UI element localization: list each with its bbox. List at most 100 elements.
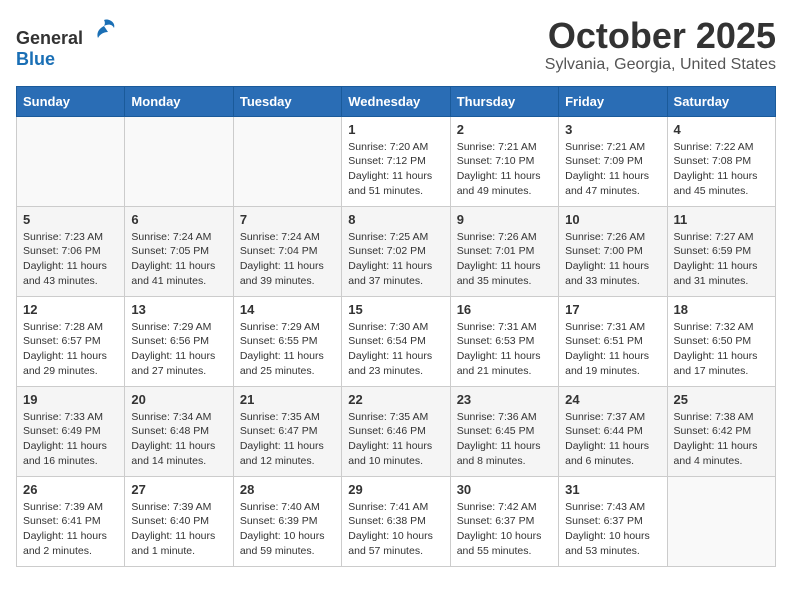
logo-text: General Blue (16, 16, 118, 70)
calendar-cell: 21 Sunrise: 7:35 AMSunset: 6:47 PMDayligh… (233, 386, 341, 476)
day-number: 8 (348, 212, 443, 227)
cell-info: Sunrise: 7:20 AMSunset: 7:12 PMDaylight:… (348, 140, 443, 199)
calendar-cell: 7Sunrise: 7:24 AMSunset: 7:04 PMDaylight… (233, 206, 341, 296)
calendar-cell: 3 Sunrise: 7:21 AMSunset: 7:09 PMDaylight… (559, 116, 667, 206)
calendar-cell: 8 Sunrise: 7:25 AMSunset: 7:02 PMDaylight… (342, 206, 450, 296)
day-number: 31 (565, 482, 660, 497)
calendar-cell: 6 Sunrise: 7:24 AMSunset: 7:05 PMDaylight… (125, 206, 233, 296)
cell-info: Sunrise: 7:34 AMSunset: 6:48 PMDaylight:… (131, 410, 226, 469)
cell-info: Sunrise: 7:21 AMSunset: 7:10 PMDaylight:… (457, 140, 552, 199)
cell-info: Sunrise: 7:39 AMSunset: 6:40 PMDaylight:… (131, 500, 226, 559)
calendar-cell: 11 Sunrise: 7:27 AMSunset: 6:59 PMDayligh… (667, 206, 775, 296)
page-header: General Blue October 2025 Sylvania, Geor… (16, 16, 776, 74)
week-row-1: 1 Sunrise: 7:20 AMSunset: 7:12 PMDaylight… (17, 116, 776, 206)
cell-info: Sunrise: 7:38 AMSunset: 6:42 PMDaylight:… (674, 410, 769, 469)
day-number: 9 (457, 212, 552, 227)
cell-info: Sunrise: 7:33 AMSunset: 6:49 PMDaylight:… (23, 410, 118, 469)
calendar-cell: 10 Sunrise: 7:26 AMSunset: 7:00 PMDayligh… (559, 206, 667, 296)
calendar-cell: 28 Sunrise: 7:40 AMSunset: 6:39 PMDayligh… (233, 476, 341, 566)
day-number: 6 (131, 212, 226, 227)
logo-general: General (16, 28, 83, 48)
month-title: October 2025 (545, 16, 776, 56)
header-friday: Friday (559, 86, 667, 116)
cell-info: Sunrise: 7:28 AMSunset: 6:57 PMDaylight:… (23, 320, 118, 379)
header-monday: Monday (125, 86, 233, 116)
day-number: 16 (457, 302, 552, 317)
day-number: 23 (457, 392, 552, 407)
cell-info: Sunrise: 7:26 AMSunset: 7:00 PMDaylight:… (565, 230, 660, 289)
calendar-cell: 19Sunrise: 7:33 AMSunset: 6:49 PMDayligh… (17, 386, 125, 476)
calendar-cell (233, 116, 341, 206)
day-number: 20 (131, 392, 226, 407)
calendar-cell (17, 116, 125, 206)
day-number: 27 (131, 482, 226, 497)
calendar-cell: 1 Sunrise: 7:20 AMSunset: 7:12 PMDaylight… (342, 116, 450, 206)
cell-info: Sunrise: 7:40 AMSunset: 6:39 PMDaylight:… (240, 500, 335, 559)
cell-info: Sunrise: 7:30 AMSunset: 6:54 PMDaylight:… (348, 320, 443, 379)
cell-info: Sunrise: 7:24 AMSunset: 7:05 PMDaylight:… (131, 230, 226, 289)
calendar-cell: 2 Sunrise: 7:21 AMSunset: 7:10 PMDaylight… (450, 116, 558, 206)
cell-info: Sunrise: 7:36 AMSunset: 6:45 PMDaylight:… (457, 410, 552, 469)
calendar-cell: 4 Sunrise: 7:22 AMSunset: 7:08 PMDaylight… (667, 116, 775, 206)
week-row-4: 19Sunrise: 7:33 AMSunset: 6:49 PMDayligh… (17, 386, 776, 476)
logo-bird-icon (90, 16, 118, 44)
calendar-cell: 26Sunrise: 7:39 AMSunset: 6:41 PMDayligh… (17, 476, 125, 566)
cell-info: Sunrise: 7:35 AMSunset: 6:46 PMDaylight:… (348, 410, 443, 469)
day-number: 11 (674, 212, 769, 227)
day-number: 2 (457, 122, 552, 137)
calendar-cell: 20 Sunrise: 7:34 AMSunset: 6:48 PMDayligh… (125, 386, 233, 476)
calendar-cell: 12 Sunrise: 7:28 AMSunset: 6:57 PMDayligh… (17, 296, 125, 386)
cell-info: Sunrise: 7:31 AMSunset: 6:53 PMDaylight:… (457, 320, 552, 379)
day-number: 5 (23, 212, 118, 227)
logo-blue: Blue (16, 49, 55, 69)
header-row: SundayMondayTuesdayWednesdayThursdayFrid… (17, 86, 776, 116)
day-number: 21 (240, 392, 335, 407)
day-number: 10 (565, 212, 660, 227)
cell-info: Sunrise: 7:24 AMSunset: 7:04 PMDaylight:… (240, 230, 335, 289)
day-number: 22 (348, 392, 443, 407)
calendar-cell: 24Sunrise: 7:37 AMSunset: 6:44 PMDayligh… (559, 386, 667, 476)
header-tuesday: Tuesday (233, 86, 341, 116)
cell-info: Sunrise: 7:27 AMSunset: 6:59 PMDaylight:… (674, 230, 769, 289)
day-number: 13 (131, 302, 226, 317)
calendar-cell (125, 116, 233, 206)
calendar-cell: 16 Sunrise: 7:31 AMSunset: 6:53 PMDayligh… (450, 296, 558, 386)
cell-info: Sunrise: 7:29 AMSunset: 6:56 PMDaylight:… (131, 320, 226, 379)
cell-info: Sunrise: 7:43 AMSunset: 6:37 PMDaylight:… (565, 500, 660, 559)
calendar-cell: 23 Sunrise: 7:36 AMSunset: 6:45 PMDayligh… (450, 386, 558, 476)
day-number: 4 (674, 122, 769, 137)
calendar-cell: 30Sunrise: 7:42 AMSunset: 6:37 PMDayligh… (450, 476, 558, 566)
calendar-cell: 15Sunrise: 7:30 AMSunset: 6:54 PMDayligh… (342, 296, 450, 386)
week-row-5: 26Sunrise: 7:39 AMSunset: 6:41 PMDayligh… (17, 476, 776, 566)
week-row-2: 5Sunrise: 7:23 AMSunset: 7:06 PMDaylight… (17, 206, 776, 296)
header-wednesday: Wednesday (342, 86, 450, 116)
calendar-table: SundayMondayTuesdayWednesdayThursdayFrid… (16, 86, 776, 567)
calendar-cell: 17Sunrise: 7:31 AMSunset: 6:51 PMDayligh… (559, 296, 667, 386)
calendar-cell: 31 Sunrise: 7:43 AMSunset: 6:37 PMDayligh… (559, 476, 667, 566)
day-number: 25 (674, 392, 769, 407)
cell-info: Sunrise: 7:25 AMSunset: 7:02 PMDaylight:… (348, 230, 443, 289)
day-number: 17 (565, 302, 660, 317)
calendar-cell: 5Sunrise: 7:23 AMSunset: 7:06 PMDaylight… (17, 206, 125, 296)
day-number: 3 (565, 122, 660, 137)
cell-info: Sunrise: 7:32 AMSunset: 6:50 PMDaylight:… (674, 320, 769, 379)
day-number: 12 (23, 302, 118, 317)
calendar-cell (667, 476, 775, 566)
day-number: 26 (23, 482, 118, 497)
day-number: 18 (674, 302, 769, 317)
day-number: 1 (348, 122, 443, 137)
cell-info: Sunrise: 7:21 AMSunset: 7:09 PMDaylight:… (565, 140, 660, 199)
calendar-cell: 25 Sunrise: 7:38 AMSunset: 6:42 PMDayligh… (667, 386, 775, 476)
calendar-cell: 13 Sunrise: 7:29 AMSunset: 6:56 PMDayligh… (125, 296, 233, 386)
header-saturday: Saturday (667, 86, 775, 116)
cell-info: Sunrise: 7:29 AMSunset: 6:55 PMDaylight:… (240, 320, 335, 379)
day-number: 28 (240, 482, 335, 497)
header-thursday: Thursday (450, 86, 558, 116)
day-number: 29 (348, 482, 443, 497)
header-sunday: Sunday (17, 86, 125, 116)
week-row-3: 12 Sunrise: 7:28 AMSunset: 6:57 PMDayligh… (17, 296, 776, 386)
cell-info: Sunrise: 7:35 AMSunset: 6:47 PMDaylight:… (240, 410, 335, 469)
calendar-cell: 18 Sunrise: 7:32 AMSunset: 6:50 PMDayligh… (667, 296, 775, 386)
day-number: 14 (240, 302, 335, 317)
cell-info: Sunrise: 7:22 AMSunset: 7:08 PMDaylight:… (674, 140, 769, 199)
